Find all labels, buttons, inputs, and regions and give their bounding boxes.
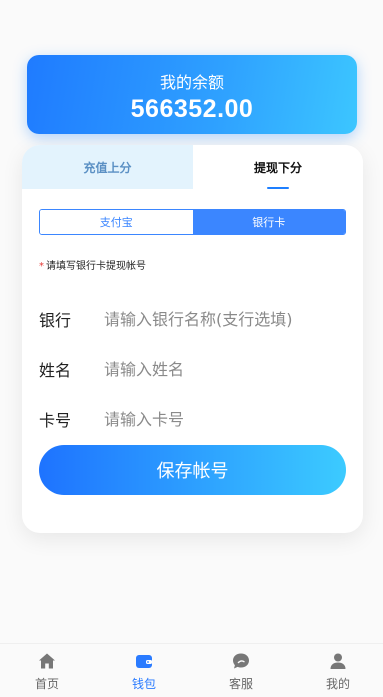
card-number-input[interactable] [104, 409, 344, 429]
method-bank-card-button[interactable]: 银行卡 [192, 210, 345, 234]
nav-item-profile[interactable]: 我的 [306, 644, 370, 697]
nav-label-service: 客服 [228, 677, 253, 691]
nav-label-profile: 我的 [325, 677, 350, 691]
save-account-button[interactable]: 保存帐号 [39, 445, 346, 495]
tab-withdraw[interactable]: 提现下分 [193, 145, 363, 189]
active-tab-indicator [267, 187, 289, 189]
chat-icon [233, 653, 249, 669]
nav-item-service[interactable]: 客服 [209, 644, 273, 697]
bank-name-input[interactable] [104, 309, 344, 329]
name-row: 姓名 [39, 355, 349, 383]
name-label: 姓名 [39, 361, 72, 380]
nav-label-wallet: 钱包 [131, 677, 156, 691]
method-alipay-button[interactable]: 支付宝 [40, 210, 193, 234]
bank-label: 银行 [39, 311, 72, 330]
name-input[interactable] [104, 359, 344, 379]
user-icon [330, 653, 346, 669]
hint-text: 请填写银行卡提现帐号 [46, 261, 146, 272]
payment-method-toggle: 支付宝 银行卡 [39, 209, 346, 235]
balance-label: 我的余额 [159, 73, 224, 92]
withdraw-panel: 充值上分 提现下分 支付宝 银行卡 *请填写银行卡提现帐号 银行 姓名 卡号 保… [22, 145, 363, 533]
bottom-nav: 首页 钱包 客服 我的 [0, 643, 383, 697]
nav-item-home[interactable]: 首页 [15, 644, 79, 697]
required-star: * [39, 261, 44, 272]
tab-recharge[interactable]: 充值上分 [22, 145, 193, 189]
form-hint: * 请填写银行卡提现帐号 [39, 257, 146, 272]
card-label: 卡号 [39, 411, 72, 430]
wallet-icon [136, 655, 152, 668]
nav-label-home: 首页 [34, 677, 59, 691]
nav-item-wallet[interactable]: 钱包 [112, 644, 176, 697]
balance-card: 我的余额 566352.00 [27, 55, 357, 134]
balance-amount: 566352.00 [130, 95, 254, 123]
tab-bar: 充值上分 提现下分 [22, 145, 363, 189]
home-icon [39, 653, 55, 669]
bank-row: 银行 [39, 305, 349, 333]
card-row: 卡号 [39, 405, 349, 433]
